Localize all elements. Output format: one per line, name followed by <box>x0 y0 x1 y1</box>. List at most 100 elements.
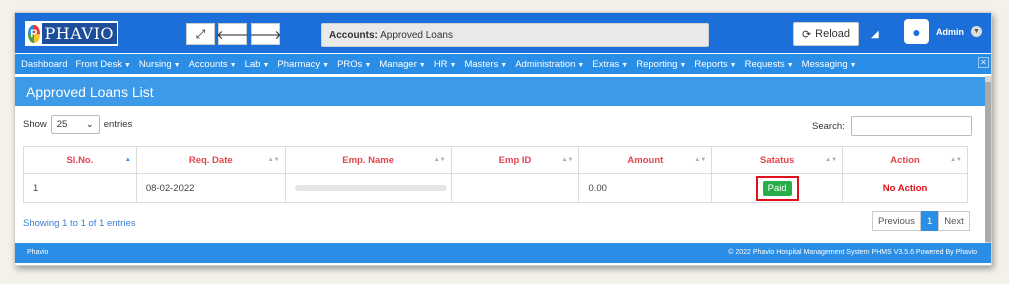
col-header-label: Req. Date <box>188 154 233 166</box>
menu-item-nursing[interactable]: Nursing ▼ <box>139 59 181 70</box>
col-header-emp-id[interactable]: Emp ID ▲▼ <box>450 146 580 174</box>
sort-icon: ▲ <box>124 157 131 163</box>
redacted-name-bar <box>294 184 447 191</box>
cell-slno: 1 <box>23 173 137 203</box>
app-window: P PHAVIO ⤢ 🡐 🡒 Accounts: Approved Loans … <box>14 12 992 266</box>
page-title: Approved Loans List <box>15 77 991 106</box>
caret-down-icon: ▼ <box>418 61 426 69</box>
menu-item-manager[interactable]: Manager ▼ <box>379 59 425 70</box>
breadcrumb-page: Approved Loans <box>380 30 453 41</box>
caret-down-icon: ▼ <box>123 61 131 69</box>
next-button[interactable]: Next <box>938 211 970 231</box>
forward-button[interactable]: 🡒 <box>249 23 282 45</box>
caret-down-icon: ▼ <box>229 61 237 69</box>
caret-down-icon: ▼ <box>500 61 508 69</box>
previous-button[interactable]: Previous <box>872 211 921 231</box>
menu-item-requests[interactable]: Requests ▼ <box>745 59 794 70</box>
menu-item-label: Accounts <box>188 58 228 70</box>
reload-button[interactable]: ⟳ Reload <box>793 22 859 46</box>
logo-text: PHAVIO <box>41 23 117 44</box>
search-input[interactable] <box>850 116 972 136</box>
close-icon[interactable]: ✕ <box>978 57 989 68</box>
menu-item-reporting[interactable]: Reporting ▼ <box>636 59 686 70</box>
col-header-label: Sl.No. <box>66 154 94 166</box>
menu-item-messaging[interactable]: Messaging ▼ <box>802 59 857 70</box>
logo-mark-icon: P <box>28 24 40 43</box>
status-badge: Paid <box>762 180 792 196</box>
cell-action: No Action <box>842 173 968 203</box>
fullscreen-button[interactable]: ⤢ <box>186 23 215 45</box>
col-header-action[interactable]: Action ▲▼ <box>842 146 968 174</box>
back-button[interactable]: 🡐 <box>216 23 249 45</box>
menu-item-front-desk[interactable]: Front Desk ▼ <box>75 59 130 70</box>
sort-icon: ▲▼ <box>561 157 574 163</box>
entries-select[interactable]: 25 ⌄ <box>50 115 100 134</box>
menu-item-label: Nursing <box>138 58 172 70</box>
col-header-amount[interactable]: Amount ▲▼ <box>578 146 713 174</box>
menu-item-label: Manager <box>379 58 417 70</box>
menu-item-label: HR <box>433 58 448 70</box>
sort-icon: ▲▼ <box>433 157 446 163</box>
menu-item-accounts[interactable]: Accounts ▼ <box>189 59 237 70</box>
table-header-row: Sl.No. ▲ Req. Date ▲▼ Emp. Name ▲▼ Emp ID ▲▼… <box>23 146 968 174</box>
footer-brand: Phavio <box>27 249 49 256</box>
menu-item-label: Reporting <box>636 58 678 70</box>
search-label: Search: <box>812 120 845 132</box>
entries-label: entries <box>103 119 133 130</box>
footer-copyright: © 2022 Phavio Hospital Management System… <box>728 249 977 256</box>
menu-item-hr[interactable]: HR ▼ <box>434 59 457 70</box>
logo[interactable]: P PHAVIO <box>25 21 118 46</box>
arrow-right-icon: 🡒 <box>249 27 282 42</box>
scrollbar-thumb[interactable] <box>985 82 991 242</box>
top-bar: P PHAVIO ⤢ 🡐 🡒 Accounts: Approved Loans … <box>15 13 991 53</box>
col-header-status[interactable]: Satatus ▲▼ <box>711 146 844 174</box>
caret-down-icon: ▼ <box>679 61 687 69</box>
menu-item-label: Dashboard <box>21 58 68 70</box>
col-header-slno[interactable]: Sl.No. ▲ <box>23 146 137 174</box>
signal-icon: ◢ <box>871 29 879 40</box>
caret-down-icon: ▼ <box>364 61 372 69</box>
col-header-emp-name[interactable]: Emp. Name ▲▼ <box>284 146 452 174</box>
caret-down-icon: ▼ <box>322 61 330 69</box>
caret-down-icon: ▼ <box>262 61 270 69</box>
expand-icon: ⤢ <box>195 26 206 41</box>
menu-item-extras[interactable]: Extras ▼ <box>592 59 628 70</box>
col-header-label: Amount <box>627 154 664 166</box>
col-header-req-date[interactable]: Req. Date ▲▼ <box>135 146 286 174</box>
table-summary: Showing 1 to 1 of 1 entries <box>23 218 136 229</box>
menu-item-reports[interactable]: Reports ▼ <box>694 59 736 70</box>
entries-control: Show 25 ⌄ entries <box>23 115 132 134</box>
menu-item-label: PROs <box>337 58 363 70</box>
menu-item-label: Extras <box>592 58 620 70</box>
page-1-button[interactable]: 1 <box>920 211 939 231</box>
table-row: 1 08-02-2022 0.00 Paid No Action <box>23 173 968 203</box>
menu-item-label: Messaging <box>801 58 848 70</box>
caret-down-icon: ▼ <box>577 61 585 69</box>
cell-emp-name <box>284 173 452 203</box>
menu-item-masters[interactable]: Masters ▼ <box>464 59 507 70</box>
menu-item-pharmacy[interactable]: Pharmacy ▼ <box>277 59 329 70</box>
cell-emp-id <box>450 173 580 203</box>
menu-item-pros[interactable]: PROs ▼ <box>337 59 371 70</box>
menu-item-dashboard[interactable]: Dashboard <box>21 59 67 70</box>
breadcrumb: Accounts: Approved Loans <box>321 23 709 47</box>
cell-req-date: 08-02-2022 <box>135 173 286 203</box>
caret-down-icon: ▼ <box>621 61 629 69</box>
menu-item-administration[interactable]: Administration ▼ <box>515 59 584 70</box>
user-name: Admin <box>936 26 964 37</box>
menu-item-lab[interactable]: Lab ▼ <box>245 59 270 70</box>
col-header-label: Action <box>890 154 920 166</box>
main-menu: Dashboard Front Desk ▼ Nursing ▼ Accounts ▼ Lab… <box>15 54 991 74</box>
pagination: Previous 1 Next <box>872 211 970 231</box>
search-control: Search: <box>812 116 972 136</box>
show-label: Show <box>23 119 47 130</box>
caret-down-icon: ▼ <box>173 61 181 69</box>
sort-icon: ▲▼ <box>825 157 838 163</box>
menu-item-label: Pharmacy <box>277 58 321 70</box>
caret-down-icon: ▼ <box>849 61 857 69</box>
user-menu[interactable]: ● Admin ▼ <box>904 19 982 44</box>
menu-item-label: Front Desk <box>75 58 122 70</box>
chevron-down-icon: ▼ <box>971 26 982 37</box>
col-header-label: Emp. Name <box>342 154 394 166</box>
breadcrumb-section: Accounts: <box>329 30 378 41</box>
